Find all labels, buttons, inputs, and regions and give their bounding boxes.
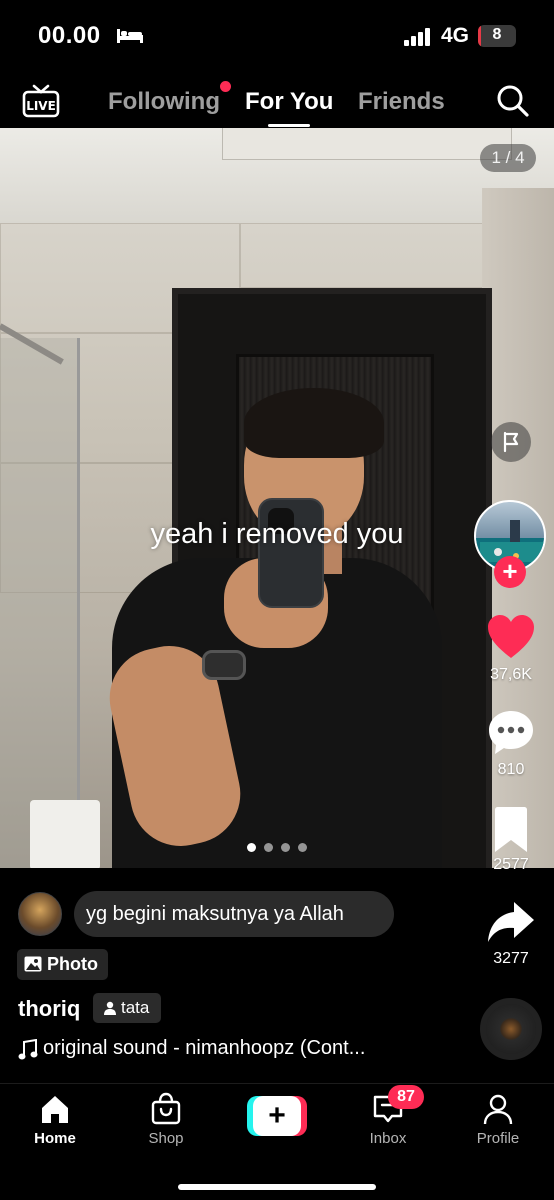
carousel-dots[interactable] (247, 843, 311, 853)
sleep-focus-icon (117, 29, 143, 43)
bookmark-icon[interactable] (492, 806, 530, 854)
photo-type-label: Photo (47, 954, 98, 974)
photo-person-hair (244, 388, 384, 458)
photo-ceiling-panel (222, 128, 512, 160)
bottom-tab-bar: Home Shop + Inbox Profile (0, 1083, 554, 1200)
top-nav: LIVE Following For You Friends (0, 72, 554, 128)
creator-username[interactable]: thoriq (18, 996, 80, 1022)
battery-icon: 8 (478, 25, 516, 47)
photo-type-tag: Photo (17, 949, 108, 980)
heart-icon[interactable] (486, 614, 536, 660)
comment-count: 810 (497, 761, 525, 778)
tab-for-you[interactable]: For You (245, 88, 333, 116)
photo-watch (202, 650, 246, 680)
network-type: 4G (441, 24, 470, 47)
tab-shop-label: Shop (148, 1130, 184, 1147)
cellular-signal-icon (404, 28, 430, 46)
photo-glass-panel (0, 338, 80, 868)
carousel-dot[interactable] (298, 843, 307, 852)
carousel-dot[interactable] (264, 843, 273, 852)
top-comment[interactable]: yg begini maksutnya ya Allah (74, 891, 394, 937)
home-icon (42, 1096, 68, 1123)
photo-towel (30, 800, 100, 868)
profile-icon (483, 1094, 513, 1125)
comment-avatar[interactable] (18, 892, 62, 936)
bookmark-count: 2577 (493, 856, 529, 873)
sound-title[interactable]: original sound - nimanhoopz (Cont... (43, 1037, 365, 1060)
image-icon (24, 956, 42, 972)
status-bar: 00.00 4G 8 (0, 0, 554, 72)
tab-home-label: Home (34, 1130, 76, 1147)
photo-page-counter: 1 / 4 (480, 144, 536, 172)
flag-icon (503, 431, 519, 453)
battery-level: 8 (492, 26, 502, 43)
search-icon[interactable] (496, 84, 530, 118)
tagged-user-label: tata (121, 998, 150, 1017)
tab-shop[interactable]: Shop (126, 1092, 206, 1147)
tab-friends[interactable]: Friends (358, 88, 445, 116)
tab-inbox-label: Inbox (369, 1130, 407, 1147)
sound-disc[interactable] (480, 998, 542, 1060)
tab-following[interactable]: Following (108, 88, 220, 116)
share-count: 3277 (493, 950, 529, 967)
active-tab-indicator (268, 124, 310, 127)
home-indicator (178, 1184, 376, 1190)
share-icon[interactable] (486, 900, 536, 946)
tab-profile[interactable]: Profile (458, 1092, 538, 1147)
shopping-bag-icon (151, 1092, 181, 1125)
carousel-dot[interactable] (247, 843, 256, 852)
post-photo[interactable]: yeah i removed you 1 / 4 (0, 128, 554, 868)
photo-caption-overlay: yeah i removed you (150, 518, 404, 550)
following-notification-dot (220, 81, 231, 92)
photo-phone (258, 498, 324, 608)
like-count: 37,6K (490, 666, 532, 683)
carousel-dot[interactable] (281, 843, 290, 852)
live-tv-icon[interactable]: LIVE (22, 84, 60, 118)
create-plus-icon: + (268, 1099, 286, 1132)
follow-plus-button[interactable]: + (494, 556, 526, 588)
tab-home[interactable]: Home (15, 1092, 95, 1147)
comment-icon[interactable] (486, 708, 536, 758)
tab-profile-label: Profile (476, 1130, 520, 1147)
svg-text:LIVE: LIVE (26, 99, 56, 113)
person-icon (104, 1001, 116, 1015)
create-button[interactable]: + (247, 1096, 307, 1136)
music-note-icon (18, 1039, 38, 1060)
photo-wall-tile (240, 223, 485, 288)
report-flag-button[interactable] (491, 422, 531, 462)
tagged-user-chip[interactable]: tata (93, 993, 161, 1023)
inbox-badge: 87 (388, 1085, 424, 1109)
status-time: 00.00 (38, 22, 101, 49)
